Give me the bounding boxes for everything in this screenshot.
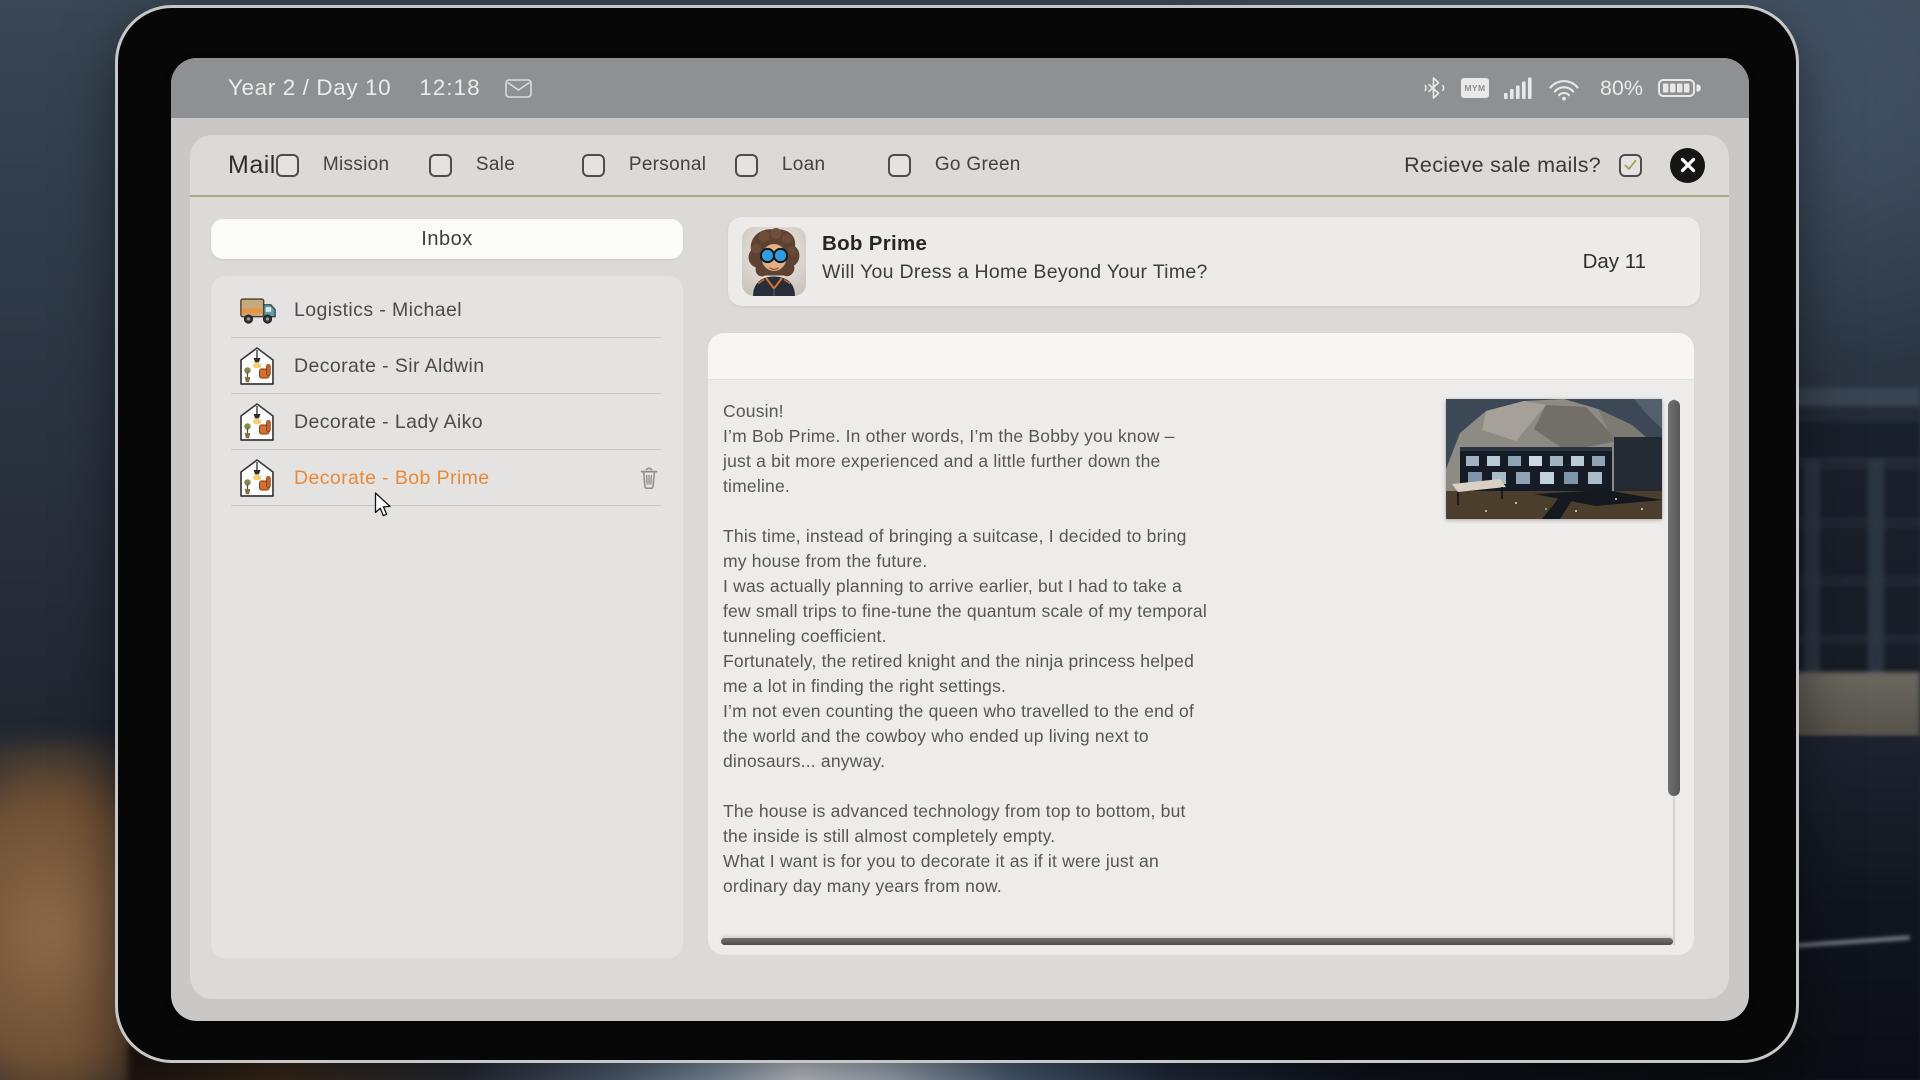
filter-loan-checkbox[interactable] (735, 154, 758, 177)
sender-name: Bob Prime (822, 232, 927, 256)
horizontal-scrollbar[interactable] (721, 938, 1673, 945)
delete-mail-button[interactable] (639, 466, 659, 490)
filter-personal-label: Personal (629, 154, 706, 176)
filter-loan: Loan (735, 154, 888, 177)
filter-mission: Mission (276, 154, 429, 177)
mail-item-title: Decorate - Sir Aldwin (294, 355, 484, 378)
mail-item-title: Logistics - Michael (294, 299, 462, 322)
mail-item-logistics-michael[interactable]: Logistics - Michael (211, 282, 683, 338)
check-icon (1621, 154, 1640, 176)
app-title: Mail (228, 151, 276, 180)
house-icon (238, 457, 278, 499)
mail-body-panel: Cousin! I’m Bob Prime. In other words, I… (708, 333, 1694, 955)
sender-avatar (742, 227, 806, 296)
receive-sale-label: Recieve sale mails? (1404, 153, 1601, 178)
mail-body-header-strip (708, 333, 1694, 380)
filter-personal-checkbox[interactable] (582, 154, 605, 177)
house-icon (238, 345, 278, 387)
close-button[interactable] (1670, 148, 1705, 183)
filter-personal: Personal (582, 154, 735, 177)
mail-item-decorate-bob-prime[interactable]: Decorate - Bob Prime (211, 450, 683, 506)
inbox-button[interactable]: Inbox (211, 219, 683, 259)
mail-item-title: Decorate - Lady Aiko (294, 411, 483, 434)
mail-filter-bar: Mail Mission Sale Personal (190, 135, 1729, 197)
filter-mission-label: Mission (323, 154, 390, 176)
tablet-device-frame: Year 2 / Day 10 12:18 MYM 80% (118, 8, 1796, 1060)
game-scene: Year 2 / Day 10 12:18 MYM 80% (0, 0, 1920, 1080)
mail-paragraph: The house is advanced technology from to… (723, 799, 1207, 899)
filter-loan-label: Loan (782, 154, 825, 176)
filter-mission-checkbox[interactable] (276, 154, 299, 177)
mail-app-panel: Mail Mission Sale Personal (190, 135, 1729, 999)
filter-go-green-label: Go Green (935, 154, 1021, 176)
mail-item-title: Decorate - Bob Prime (294, 467, 490, 490)
battery-percent: 80% (1600, 76, 1643, 101)
receive-sale-checkbox[interactable] (1619, 154, 1642, 177)
attachment-image-futuristic-house (1446, 399, 1662, 519)
battery-icon (1658, 77, 1702, 99)
mail-item-decorate-lady-aiko[interactable]: Decorate - Lady Aiko (211, 394, 683, 450)
game-date: Year 2 / Day 10 (228, 75, 391, 101)
filter-sale-label: Sale (476, 154, 515, 176)
mail-body-text: Cousin! I’m Bob Prime. In other words, I… (723, 399, 1207, 924)
vertical-scrollbar-thumb[interactable] (1668, 400, 1680, 796)
received-day: Day 11 (1583, 250, 1646, 274)
filter-sale: Sale (429, 154, 582, 177)
filter-go-green-checkbox[interactable] (888, 154, 911, 177)
receive-sale-group: Recieve sale mails? (1404, 148, 1705, 183)
house-icon (238, 401, 278, 443)
mail-list: Logistics - Michael Decorate - Sir Aldwi… (211, 276, 683, 958)
trash-icon (639, 466, 659, 490)
mail-paragraph: Cousin! I’m Bob Prime. In other words, I… (723, 399, 1207, 499)
wifi-icon (1547, 76, 1581, 101)
mouse-cursor (374, 492, 391, 523)
mail-paragraph: This time, instead of bringing a suitcas… (723, 524, 1207, 774)
filter-sale-checkbox[interactable] (429, 154, 452, 177)
envelope-icon (505, 79, 532, 98)
mail-header-card: Bob Prime Will You Dress a Home Beyond Y… (728, 217, 1700, 306)
truck-icon (238, 289, 278, 331)
status-bar: Year 2 / Day 10 12:18 MYM 80% (171, 58, 1749, 118)
mail-subject: Will You Dress a Home Beyond Your Time? (822, 261, 1208, 284)
carrier-badge: MYM (1461, 78, 1489, 98)
game-time: 12:18 (419, 75, 480, 101)
tablet-screen: Year 2 / Day 10 12:18 MYM 80% (171, 58, 1749, 1021)
signal-bars-icon (1504, 77, 1532, 99)
close-icon (1680, 157, 1696, 173)
filter-go-green: Go Green (888, 154, 1041, 177)
status-icons: MYM 80% (1422, 76, 1702, 101)
bluetooth-icon (1422, 76, 1446, 100)
mail-item-decorate-sir-aldwin[interactable]: Decorate - Sir Aldwin (211, 338, 683, 394)
